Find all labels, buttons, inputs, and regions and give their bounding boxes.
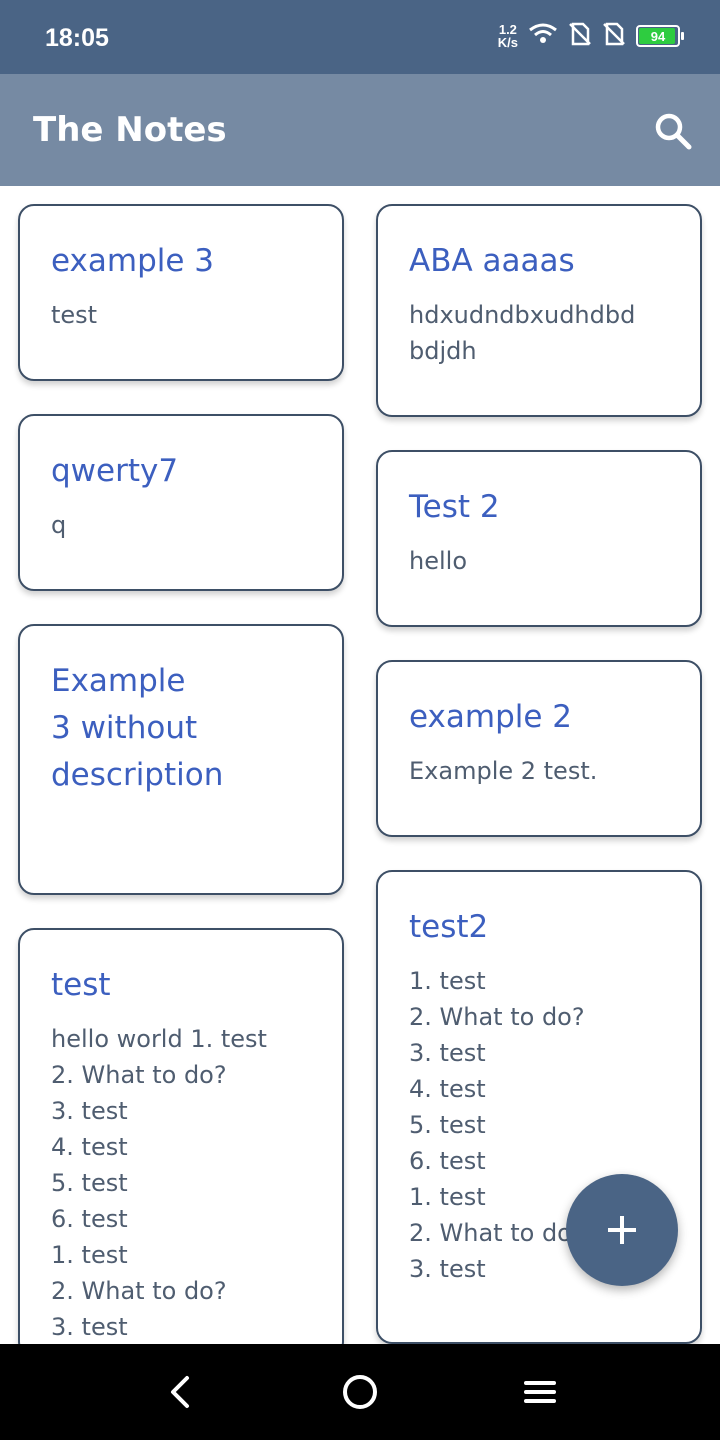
- home-icon: [343, 1375, 377, 1409]
- note-title: test2: [409, 909, 489, 945]
- note-title: example 2: [409, 699, 573, 735]
- note-title: Test 2: [409, 489, 500, 525]
- network-speed-unit: K/s: [497, 35, 518, 50]
- back-icon: [171, 1376, 189, 1408]
- note-card[interactable]: Test 2 hello: [376, 450, 702, 627]
- wifi-icon: [528, 22, 558, 50]
- note-card[interactable]: ABA aaaas hdxudndbxudhdbd bdjdh: [376, 204, 702, 417]
- home-button[interactable]: [332, 1364, 388, 1420]
- battery-level: 94: [650, 28, 666, 44]
- note-title: ABA aaaas: [409, 243, 575, 279]
- note-card[interactable]: example 3 test: [18, 204, 344, 381]
- battery-indicator: 94: [636, 25, 684, 47]
- note-title: qwerty7: [51, 453, 179, 489]
- note-description: hello: [409, 547, 467, 575]
- note-description: hdxudndbxudhdbd bdjdh: [409, 301, 636, 365]
- note-title: test: [51, 967, 111, 1003]
- status-bar: 18:05 1.2 K/s 94: [0, 0, 720, 74]
- note-description: q: [51, 511, 67, 539]
- app-bar: The Notes: [0, 74, 720, 186]
- note-description: hello world 1. test 2. What to do? 3. te…: [51, 1025, 267, 1341]
- note-card[interactable]: Example 3 without description: [18, 624, 344, 895]
- status-time: 18:05: [45, 24, 109, 52]
- note-card[interactable]: example 2 Example 2 test.: [376, 660, 702, 837]
- menu-icon: [524, 1381, 556, 1403]
- no-sim-icon: [602, 22, 626, 50]
- note-description: Example 2 test.: [409, 757, 598, 785]
- note-card[interactable]: qwerty7 q: [18, 414, 344, 591]
- navigation-bar: [0, 1344, 720, 1440]
- status-icons: 1.2 K/s 94: [498, 22, 684, 50]
- note-title: example 3: [51, 243, 215, 279]
- plus-icon: [608, 1216, 636, 1244]
- add-note-button[interactable]: [566, 1174, 678, 1286]
- note-description: test: [51, 301, 98, 329]
- back-button[interactable]: [152, 1364, 208, 1420]
- no-sim-icon: [568, 22, 592, 50]
- page-title: The Notes: [33, 110, 227, 150]
- network-speed: 1.2 K/s: [498, 23, 518, 49]
- note-card[interactable]: test hello world 1. test 2. What to do? …: [18, 928, 344, 1358]
- search-button[interactable]: [652, 110, 694, 152]
- search-icon: [655, 113, 692, 150]
- note-title: Example 3 without description: [51, 663, 224, 793]
- menu-button[interactable]: [512, 1364, 568, 1420]
